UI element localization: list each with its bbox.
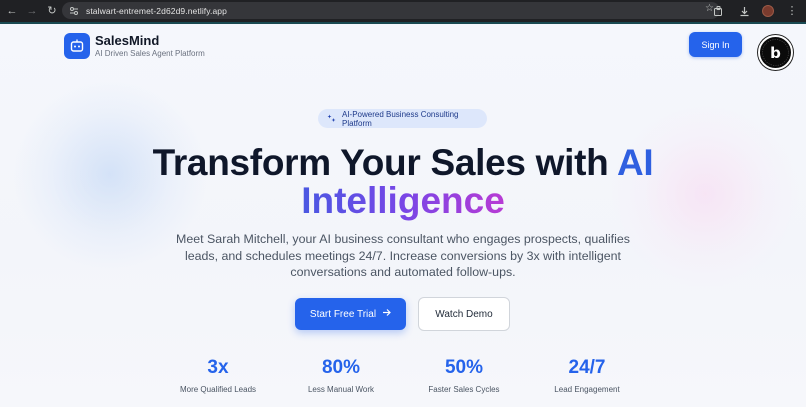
bolt-badge-icon[interactable]: b	[758, 35, 793, 70]
hero-description: Meet Sarah Mitchell, your AI business co…	[176, 232, 630, 279]
hero-headline-gradient: Intelligence	[0, 179, 806, 223]
landing-page: SalesMind AI Driven Sales Agent Platform…	[0, 24, 806, 407]
browser-toolbar: ← → ↻ stalwart-entremet-2d62d9.netlify.a…	[0, 0, 806, 22]
headline-gradient-text: Intelligence	[301, 180, 505, 221]
menu-dots-icon[interactable]: ⋮	[784, 3, 800, 19]
platform-badge: AI-Powered Business Consulting Platform	[318, 109, 487, 128]
brand-name[interactable]: SalesMind	[95, 33, 159, 48]
site-info-icon[interactable]	[68, 5, 80, 17]
start-free-trial-label: Start Free Trial	[309, 308, 377, 320]
stat-qualified-leads: 3x More Qualified Leads	[158, 357, 278, 394]
extensions-icon[interactable]	[710, 3, 726, 19]
forward-icon[interactable]: →	[24, 3, 40, 19]
headline-text: Transform Your Sales with	[152, 142, 617, 183]
stat-value: 3x	[207, 357, 229, 378]
back-icon[interactable]: ←	[4, 3, 20, 19]
stat-value: 24/7	[568, 357, 606, 378]
stat-label: Lead Engagement	[554, 385, 620, 394]
watch-demo-button[interactable]: Watch Demo	[418, 297, 510, 331]
platform-badge-label: AI-Powered Business Consulting Platform	[342, 109, 459, 128]
download-icon[interactable]	[736, 3, 752, 19]
url-text: stalwart-entremet-2d62d9.netlify.app	[86, 5, 227, 16]
stat-lead-engagement: 24/7 Lead Engagement	[527, 357, 647, 394]
address-bar[interactable]: stalwart-entremet-2d62d9.netlify.app ☆	[62, 2, 720, 19]
profile-avatar[interactable]	[762, 5, 774, 17]
sign-in-button[interactable]: Sign In	[689, 32, 742, 57]
robot-icon[interactable]	[64, 33, 90, 59]
headline-ai-text: AI	[617, 142, 654, 183]
stat-label: Faster Sales Cycles	[428, 385, 500, 394]
stat-label: Less Manual Work	[307, 385, 375, 394]
stat-value: 50%	[444, 357, 484, 378]
stat-label: More Qualified Leads	[179, 385, 257, 394]
svg-text:b: b	[770, 44, 781, 62]
brand-tagline: AI Driven Sales Agent Platform	[95, 49, 205, 58]
arrow-right-icon	[382, 308, 391, 320]
start-free-trial-button[interactable]: Start Free Trial	[295, 298, 406, 330]
reload-icon[interactable]: ↻	[44, 3, 60, 19]
sparkles-icon	[327, 110, 336, 128]
stat-manual-work: 80% Less Manual Work	[281, 357, 401, 394]
stat-sales-cycles: 50% Faster Sales Cycles	[404, 357, 524, 394]
stat-value: 80%	[321, 357, 361, 378]
